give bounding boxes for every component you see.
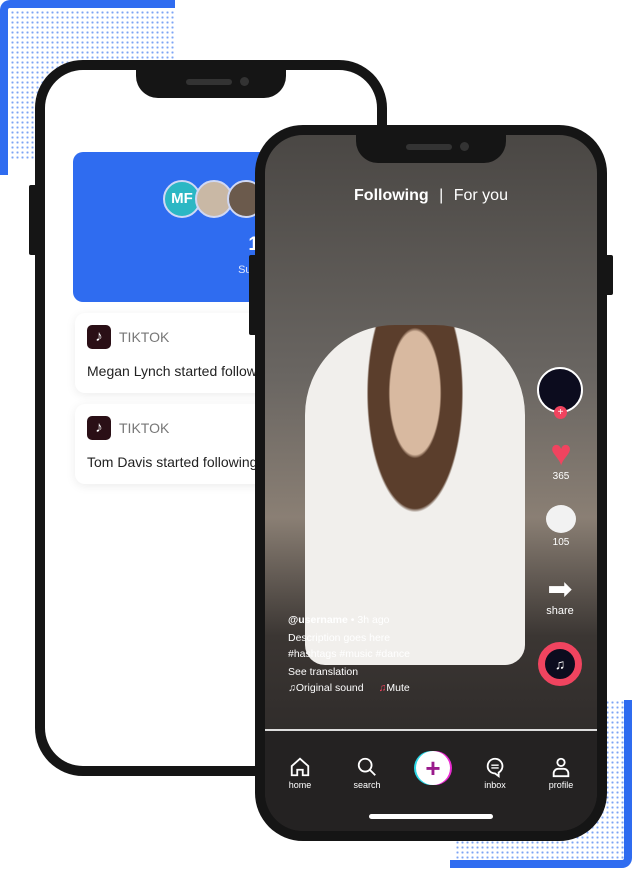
creator-avatar[interactable]: + bbox=[537, 367, 583, 419]
follow-plus-icon[interactable]: + bbox=[554, 406, 567, 419]
notification-app: TIKTOK bbox=[119, 329, 170, 345]
tab-separator: | bbox=[439, 187, 444, 204]
nav-label: profile bbox=[548, 780, 574, 790]
tiktok-icon: ♪ bbox=[87, 416, 111, 440]
sound-disc-button[interactable]: ♫ bbox=[538, 642, 582, 686]
comment-icon bbox=[546, 505, 576, 533]
plus-icon: + bbox=[425, 753, 441, 783]
original-sound[interactable]: Original sound bbox=[296, 682, 364, 694]
front-phone: Following | For you + ♥ 365 105 ➡ share … bbox=[255, 125, 607, 841]
dot: • bbox=[350, 614, 355, 626]
post-hashtags[interactable]: #hashtags #music #dance bbox=[288, 646, 410, 662]
like-button[interactable]: ♥ 365 bbox=[541, 432, 581, 483]
nav-search[interactable]: search bbox=[342, 756, 392, 790]
create-button[interactable]: + bbox=[416, 751, 450, 785]
profile-icon bbox=[552, 757, 570, 778]
home-icon bbox=[290, 757, 310, 777]
heart-icon: ♥ bbox=[550, 432, 572, 473]
see-translation-link[interactable]: See translation bbox=[288, 664, 410, 680]
search-icon bbox=[357, 757, 376, 776]
nav-profile[interactable]: profile bbox=[536, 756, 586, 790]
notification-app: TIKTOK bbox=[119, 420, 170, 436]
nav-home[interactable]: home bbox=[275, 756, 325, 790]
nav-label: search bbox=[353, 780, 381, 790]
comment-count: 105 bbox=[552, 537, 570, 548]
tab-for-you[interactable]: For you bbox=[454, 187, 508, 204]
like-count: 365 bbox=[552, 471, 570, 482]
mute-button[interactable]: Mute bbox=[386, 682, 409, 694]
share-label: share bbox=[546, 605, 574, 617]
share-button[interactable]: ➡ share bbox=[535, 573, 585, 618]
feed-tabs: Following | For you bbox=[265, 187, 597, 205]
tab-following[interactable]: Following bbox=[354, 187, 429, 204]
video-screen: Following | For you + ♥ 365 105 ➡ share … bbox=[265, 135, 597, 831]
home-indicator[interactable] bbox=[369, 814, 493, 819]
nav-label: home bbox=[288, 780, 312, 790]
comment-button[interactable]: 105 bbox=[541, 505, 581, 548]
post-time: 3h ago bbox=[357, 614, 390, 626]
inbox-icon bbox=[486, 757, 504, 778]
share-arrow-icon: ➡ bbox=[547, 573, 573, 606]
nav-inbox[interactable]: inbox bbox=[470, 756, 520, 790]
post-info: @username • 3h ago Description goes here… bbox=[288, 612, 410, 696]
music-note-icon: ♫ bbox=[288, 682, 296, 694]
post-username[interactable]: @username bbox=[288, 614, 348, 626]
nav-label: inbox bbox=[484, 780, 506, 790]
post-description: Description goes here bbox=[288, 632, 391, 644]
tiktok-icon: ♪ bbox=[87, 325, 111, 349]
bottom-nav: home search + inbox profile bbox=[265, 731, 597, 831]
